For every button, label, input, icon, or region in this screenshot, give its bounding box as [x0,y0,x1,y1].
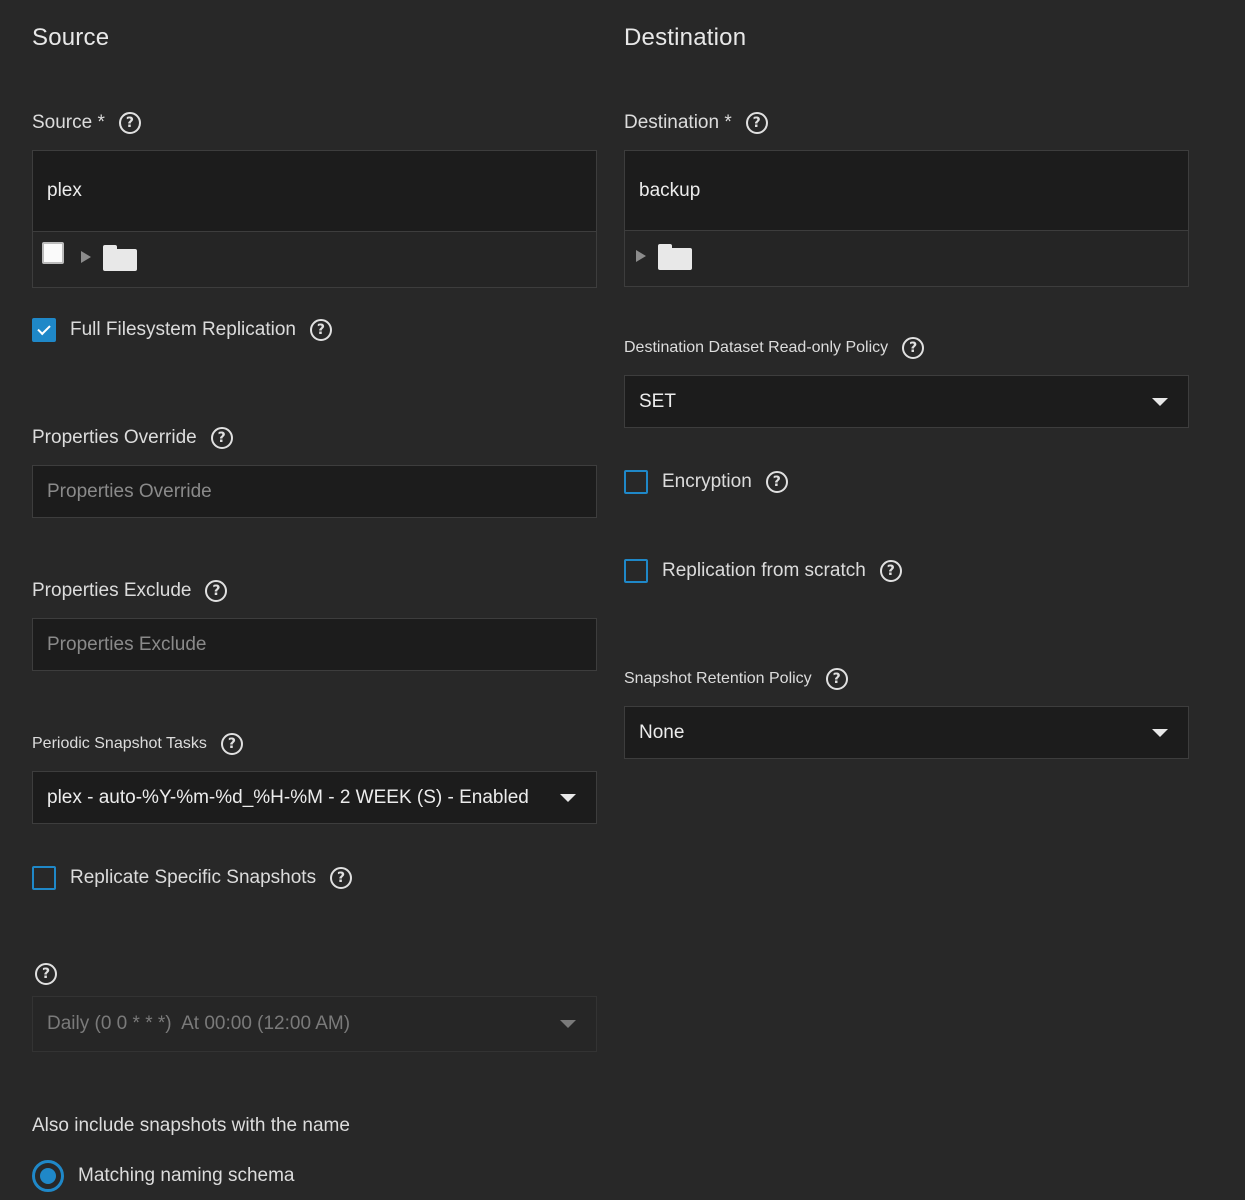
replication-from-scratch-label: Replication from scratch [662,560,866,581]
dropdown-arrow-icon [560,1020,576,1028]
periodic-snapshot-tasks-select[interactable]: plex - auto-%Y-%m-%d_%H-%M - 2 WEEK (S) … [32,771,597,824]
retention-policy-label: Snapshot Retention Policy [624,670,812,687]
matching-naming-schema-radio[interactable] [32,1160,64,1192]
matching-naming-schema-row[interactable]: Matching naming schema [32,1160,295,1192]
replicate-specific-snapshots-label: Replicate Specific Snapshots [70,867,317,888]
help-circle-icon[interactable]: ? [35,963,57,985]
properties-override-label-row: Properties Override ? [32,427,233,449]
properties-override-input[interactable]: Properties Override [32,465,597,518]
destination-label: Destination * [624,112,732,133]
help-circle-icon[interactable]: ? [825,668,848,690]
properties-exclude-label: Properties Exclude [32,580,192,601]
schedule-value: Daily (0 0 * * *) At 00:00 (12:00 AM) [47,1013,351,1034]
properties-exclude-label-row: Properties Exclude ? [32,580,228,602]
replicate-specific-snapshots-row[interactable]: Replicate Specific Snapshots ? [32,866,353,890]
help-circle-icon[interactable]: ? [745,112,768,134]
periodic-snapshot-tasks-value: plex - auto-%Y-%m-%d_%H-%M - 2 WEEK (S) … [47,786,529,808]
retention-policy-value: None [639,721,685,743]
replication-from-scratch-row[interactable]: Replication from scratch ? [624,559,902,583]
help-circle-icon[interactable]: ? [309,319,332,341]
schedule-select[interactable]: Daily (0 0 * * *) At 00:00 (12:00 AM) [32,996,597,1052]
properties-exclude-input[interactable]: Properties Exclude [32,618,597,671]
destination-tree [624,231,1189,287]
folder-icon [103,245,137,271]
readonly-policy-label-row: Destination Dataset Read-only Policy ? [624,337,925,359]
destination-section-title: Destination [624,24,747,51]
encryption-row[interactable]: Encryption ? [624,470,788,494]
readonly-policy-select[interactable]: SET [624,375,1189,428]
retention-policy-label-row: Snapshot Retention Policy ? [624,668,848,690]
help-circle-icon[interactable]: ? [330,867,353,889]
full-filesystem-replication-label: Full Filesystem Replication [70,319,296,340]
destination-input[interactable]: backup [624,150,1189,231]
replicate-specific-snapshots-checkbox[interactable] [32,866,56,890]
readonly-policy-value: SET [639,390,676,412]
full-filesystem-replication-row[interactable]: Full Filesystem Replication ? [32,318,332,342]
help-circle-icon[interactable]: ? [902,337,925,359]
properties-exclude-placeholder: Properties Exclude [47,633,207,655]
properties-override-placeholder: Properties Override [47,480,212,502]
source-label: Source * [32,112,105,133]
dropdown-arrow-icon [1152,397,1168,406]
periodic-snapshot-tasks-label: Periodic Snapshot Tasks [32,735,207,752]
replication-from-scratch-checkbox[interactable] [624,559,648,583]
help-circle-icon[interactable]: ? [210,427,233,449]
help-circle-icon[interactable]: ? [879,560,902,582]
folder-icon [658,244,692,270]
readonly-policy-label: Destination Dataset Read-only Policy [624,339,889,356]
dropdown-arrow-icon [560,793,576,802]
also-include-label: Also include snapshots with the name [32,1115,350,1136]
expand-triangle-icon[interactable] [636,250,646,262]
source-label-row: Source * ? [32,112,141,134]
destination-input-value: backup [639,179,701,201]
encryption-label: Encryption [662,471,752,492]
help-circle-icon[interactable]: ? [205,580,228,602]
tree-node-checkbox[interactable] [42,242,64,264]
matching-naming-schema-label: Matching naming schema [78,1165,295,1186]
encryption-checkbox[interactable] [624,470,648,494]
radio-dot [40,1168,56,1184]
destination-label-row: Destination * ? [624,112,768,134]
retention-policy-select[interactable]: None [624,706,1189,759]
periodic-snapshot-tasks-label-row: Periodic Snapshot Tasks ? [32,733,243,755]
help-circle-icon[interactable]: ? [118,112,141,134]
dropdown-arrow-icon [1152,728,1168,737]
expand-triangle-icon[interactable] [81,251,91,263]
help-circle-icon[interactable]: ? [220,733,243,755]
help-circle-icon[interactable]: ? [765,471,788,493]
source-input-value: plex [47,180,82,201]
properties-override-label: Properties Override [32,427,197,448]
source-tree [32,232,597,288]
source-section-title: Source [32,24,110,51]
source-input[interactable]: plex [32,150,597,232]
full-filesystem-replication-checkbox[interactable] [32,318,56,342]
